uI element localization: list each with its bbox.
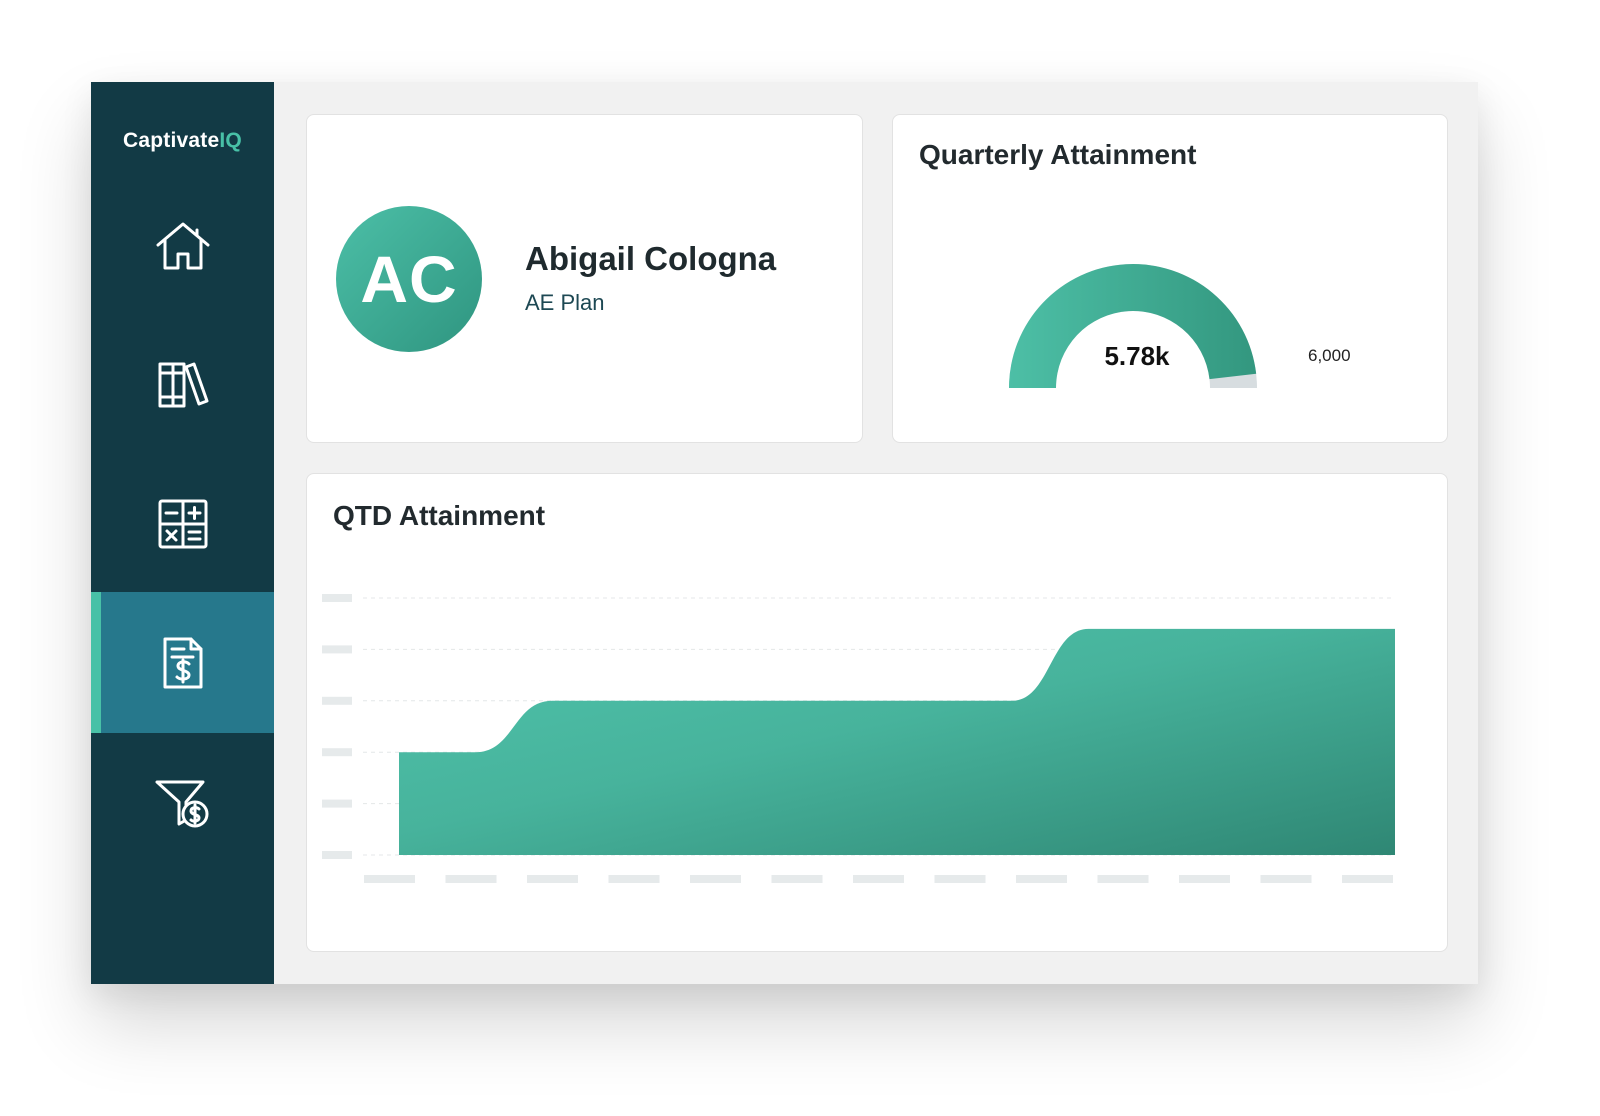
area-series: [399, 628, 1395, 855]
gauge-max-label: 6,000: [1308, 346, 1351, 365]
avatar-initials: AC: [360, 242, 458, 316]
x-tick-label: [1016, 875, 1067, 883]
avatar[interactable]: AC: [336, 206, 482, 352]
x-tick-label: [1260, 875, 1312, 883]
filter-dollar-icon: [155, 780, 208, 827]
app-window: CaptivateIQ AC Abigail Cologna AE Plan Q…: [91, 82, 1478, 984]
y-axis-ticks: [322, 594, 352, 859]
sidebar-item-payouts[interactable]: [91, 731, 274, 872]
y-tick-label: [322, 645, 352, 654]
y-tick-label: [322, 799, 352, 808]
qtd-attainment-card: QTD Attainment: [306, 473, 1448, 952]
library-icon: [158, 362, 208, 407]
y-tick-label: [322, 851, 352, 859]
sidebar: CaptivateIQ: [91, 82, 274, 984]
x-tick-label: [934, 875, 986, 883]
x-tick-label: [527, 875, 578, 883]
x-tick-label: [1179, 875, 1230, 883]
invoice-dollar-icon: [163, 637, 202, 688]
x-tick-label: [690, 875, 741, 883]
sidebar-item-statements[interactable]: [91, 592, 274, 733]
active-indicator: [91, 592, 101, 733]
calculator-icon: [158, 499, 207, 548]
profile-card: AC Abigail Cologna AE Plan: [306, 114, 863, 443]
brand-logo-main: Captivate: [123, 129, 220, 152]
y-tick-label: [322, 748, 352, 757]
qtd-area-chart: [322, 594, 1395, 883]
x-tick-label: [853, 875, 904, 883]
sidebar-item-calculator[interactable]: [91, 453, 274, 594]
y-tick-label: [322, 696, 352, 705]
brand-logo-accent: IQ: [219, 129, 242, 152]
attainment-gauge: [1009, 264, 1257, 388]
x-tick-label: [771, 875, 823, 883]
x-tick-label: [608, 875, 660, 883]
sidebar-item-home[interactable]: [91, 175, 274, 316]
quarterly-attainment-card: Quarterly Attainment 5.78k 6,000: [892, 114, 1448, 443]
y-tick-label: [322, 594, 352, 602]
gauge-value: 5.78k: [1104, 341, 1170, 371]
x-tick-label: [1342, 875, 1393, 883]
user-name: Abigail Cologna: [525, 240, 777, 277]
brand-logo[interactable]: CaptivateIQ: [91, 129, 274, 153]
x-tick-label: [364, 875, 415, 883]
home-icon: [156, 222, 209, 269]
x-tick-label: [1097, 875, 1149, 883]
x-axis-ticks: [364, 875, 1393, 883]
sidebar-item-library[interactable]: [91, 314, 274, 455]
plan-name: AE Plan: [525, 290, 605, 315]
x-tick-label: [445, 875, 497, 883]
